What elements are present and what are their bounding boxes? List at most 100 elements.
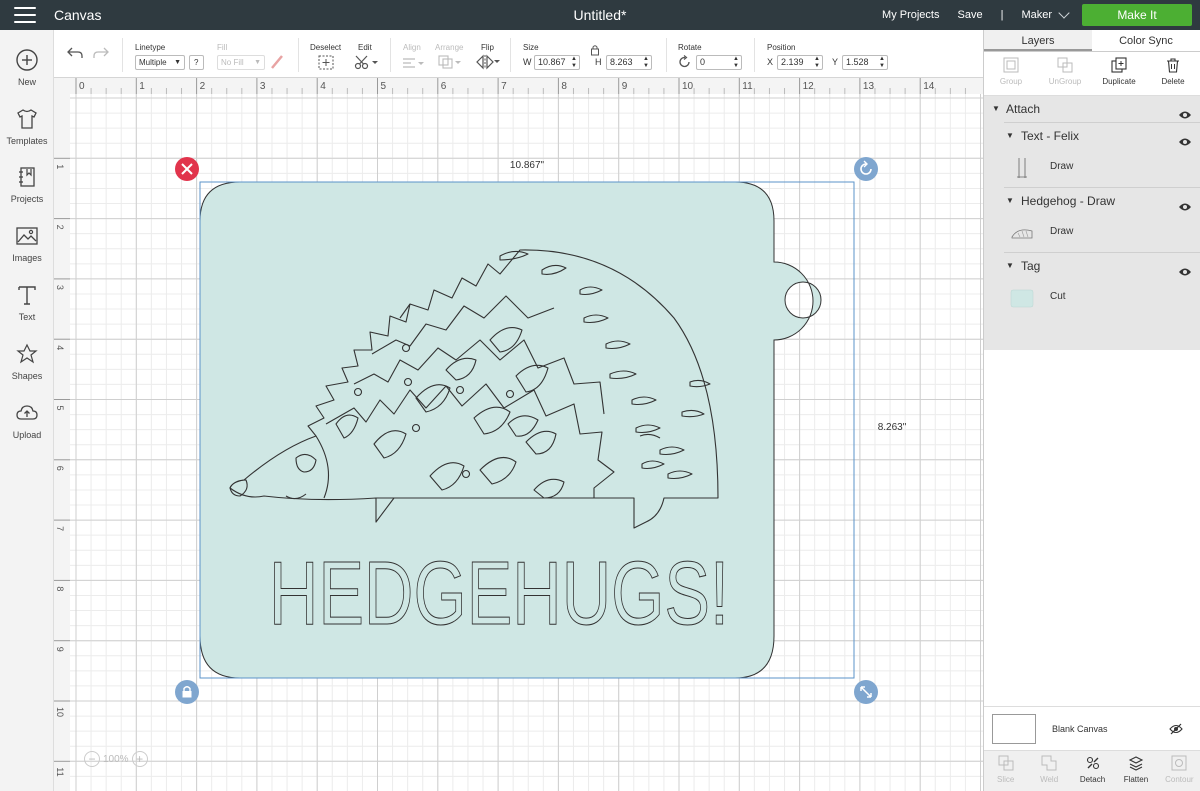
my-projects-link[interactable]: My Projects [882, 9, 939, 21]
ruler-top [54, 78, 983, 94]
expand-triangle-icon[interactable]: ▼ [1006, 123, 1014, 149]
rotate-value: 0 [700, 57, 706, 67]
sidebar-item-text[interactable]: Text [0, 283, 54, 322]
design-canvas[interactable]: 0 1 2 3 4 5 6 7 8 9 10 11 12 13 14 1 2 3 4 5 6 7 8 9 10 11 [54, 78, 983, 791]
cloud-upload-icon [14, 401, 40, 427]
redo-icon[interactable] [92, 46, 110, 63]
layer-text-draw[interactable]: Draw [984, 149, 1200, 187]
sidebar-item-upload[interactable]: Upload [0, 401, 54, 440]
zoom-in-button[interactable]: + [131, 751, 148, 767]
weld-button[interactable]: Weld [1027, 751, 1070, 791]
stepper-icon[interactable]: ▲ ▼ [643, 56, 649, 69]
chevron-down-icon[interactable] [1058, 6, 1070, 19]
sidebar-item-templates[interactable]: Templates [0, 107, 54, 146]
group-button[interactable]: Group [984, 52, 1038, 95]
sidebar-item-images[interactable]: Images [0, 224, 54, 263]
tab-color-sync[interactable]: Color Sync [1092, 30, 1200, 51]
ungroup-label: UnGroup [1048, 77, 1082, 86]
layer-attach[interactable]: ▼ Attach [984, 96, 1200, 122]
undo-icon[interactable] [66, 46, 84, 63]
delete-button[interactable]: Delete [1146, 52, 1200, 95]
edit-scissors-icon[interactable] [354, 54, 378, 73]
contour-button[interactable]: Contour [1158, 751, 1200, 791]
ruler-left-label: 8 [55, 586, 65, 591]
expand-triangle-icon[interactable]: ▼ [992, 96, 1000, 122]
flatten-label: Flatten [1123, 775, 1149, 784]
duplicate-label: Duplicate [1102, 77, 1136, 86]
deselect-icon[interactable] [318, 55, 334, 73]
lock-handle-icon[interactable] [175, 680, 199, 704]
layer-hedgehog-draw-label: Draw [1050, 226, 1074, 237]
eye-icon[interactable] [1178, 195, 1192, 211]
arrange-icon[interactable] [438, 55, 462, 72]
blank-canvas-row[interactable]: Blank Canvas [984, 706, 1200, 750]
eye-icon[interactable] [1178, 260, 1192, 276]
sidebar-label-templates: Templates [6, 136, 48, 146]
hamburger-menu-icon[interactable] [14, 7, 36, 23]
sidebar-item-projects[interactable]: Projects [0, 165, 54, 204]
expand-triangle-icon[interactable]: ▼ [1006, 188, 1014, 214]
layer-hedgehog[interactable]: ▼ Hedgehog - Draw [984, 188, 1200, 214]
ungroup-button[interactable]: UnGroup [1038, 52, 1092, 95]
y-input[interactable]: 1.528 ▲ ▼ [842, 55, 888, 70]
design-text[interactable]: HEDGEHUGS! [269, 544, 730, 645]
fill-color-swatch-icon[interactable] [270, 54, 284, 73]
document-title[interactable]: Untitled* [574, 7, 627, 23]
duplicate-button[interactable]: Duplicate [1092, 52, 1146, 95]
linetype-help-button[interactable]: ? [189, 55, 204, 70]
rotate-handle-icon[interactable] [854, 157, 878, 181]
stepper-icon[interactable]: ▲ ▼ [733, 56, 739, 69]
linetype-select[interactable]: Multiple ▼ [135, 55, 185, 70]
delete-handle-icon[interactable] [175, 157, 199, 181]
eye-hidden-icon[interactable] [1169, 723, 1183, 738]
stepper-icon[interactable]: ▲ ▼ [814, 56, 820, 69]
width-input[interactable]: 10.867 ▲ ▼ [534, 55, 580, 70]
stepper-icon[interactable]: ▲ ▼ [879, 56, 885, 69]
sidebar-item-new[interactable]: New [0, 48, 54, 87]
flatten-button[interactable]: Flatten [1114, 751, 1157, 791]
tshirt-icon [14, 107, 40, 133]
flatten-icon [1114, 755, 1157, 773]
layer-hedgehog-draw[interactable]: Draw [984, 214, 1200, 252]
duplicate-icon [1092, 57, 1146, 75]
layers-list: ▼ Attach ▼ Text - Felix Draw ▼ Hedgehog … [984, 96, 1200, 350]
ruler-left-label: 2 [55, 225, 65, 230]
sidebar-label-images: Images [12, 253, 42, 263]
width-value: 10.867 [538, 57, 566, 67]
zoom-out-button[interactable]: − [84, 751, 100, 767]
save-button[interactable]: Save [958, 9, 983, 21]
detach-button[interactable]: Detach [1071, 751, 1114, 791]
zoom-control: − 100% + [84, 750, 148, 768]
slice-button[interactable]: Slice [984, 751, 1027, 791]
stepper-icon[interactable]: ▲ ▼ [571, 56, 577, 69]
expand-triangle-icon[interactable]: ▼ [1006, 253, 1014, 279]
flip-icon[interactable] [476, 54, 500, 73]
eye-icon[interactable] [1178, 130, 1192, 146]
sidebar-label-new: New [17, 77, 36, 87]
align-icon[interactable] [402, 56, 424, 72]
detach-icon [1071, 755, 1114, 773]
fill-select[interactable]: No Fill ▼ [217, 55, 265, 70]
ungroup-icon [1038, 57, 1092, 75]
sidebar-item-shapes[interactable]: Shapes [0, 342, 54, 381]
ruler-left-label: 9 [55, 647, 65, 652]
layer-actions: Group UnGroup Duplicate Delete [984, 52, 1200, 96]
rotate-input[interactable]: 0 ▲ ▼ [696, 55, 742, 70]
toolbar-divider [122, 38, 123, 72]
layer-tag-cut[interactable]: Cut [984, 279, 1200, 317]
resize-handle-icon[interactable] [854, 680, 878, 704]
eye-icon[interactable] [1178, 103, 1192, 119]
layer-tag-cut-label: Cut [1050, 291, 1066, 302]
canvas-svg[interactable]: 0 1 2 3 4 5 6 7 8 9 10 11 12 13 14 1234567891011 [54, 78, 983, 791]
blank-canvas-swatch[interactable] [992, 714, 1036, 744]
machine-select[interactable]: Maker [1021, 9, 1052, 21]
layer-tag[interactable]: ▼ Tag [984, 253, 1200, 279]
tab-layers[interactable]: Layers [984, 30, 1092, 51]
group-label: Group [999, 77, 1023, 86]
shapes-icon [14, 342, 40, 368]
x-input[interactable]: 2.139 ▲ ▼ [777, 55, 823, 70]
height-input[interactable]: 8.263 ▲ ▼ [606, 55, 652, 70]
make-it-button[interactable]: Make It [1082, 4, 1192, 26]
ruler-top-label: 0 [79, 81, 85, 92]
layer-text-felix[interactable]: ▼ Text - Felix [984, 123, 1200, 149]
